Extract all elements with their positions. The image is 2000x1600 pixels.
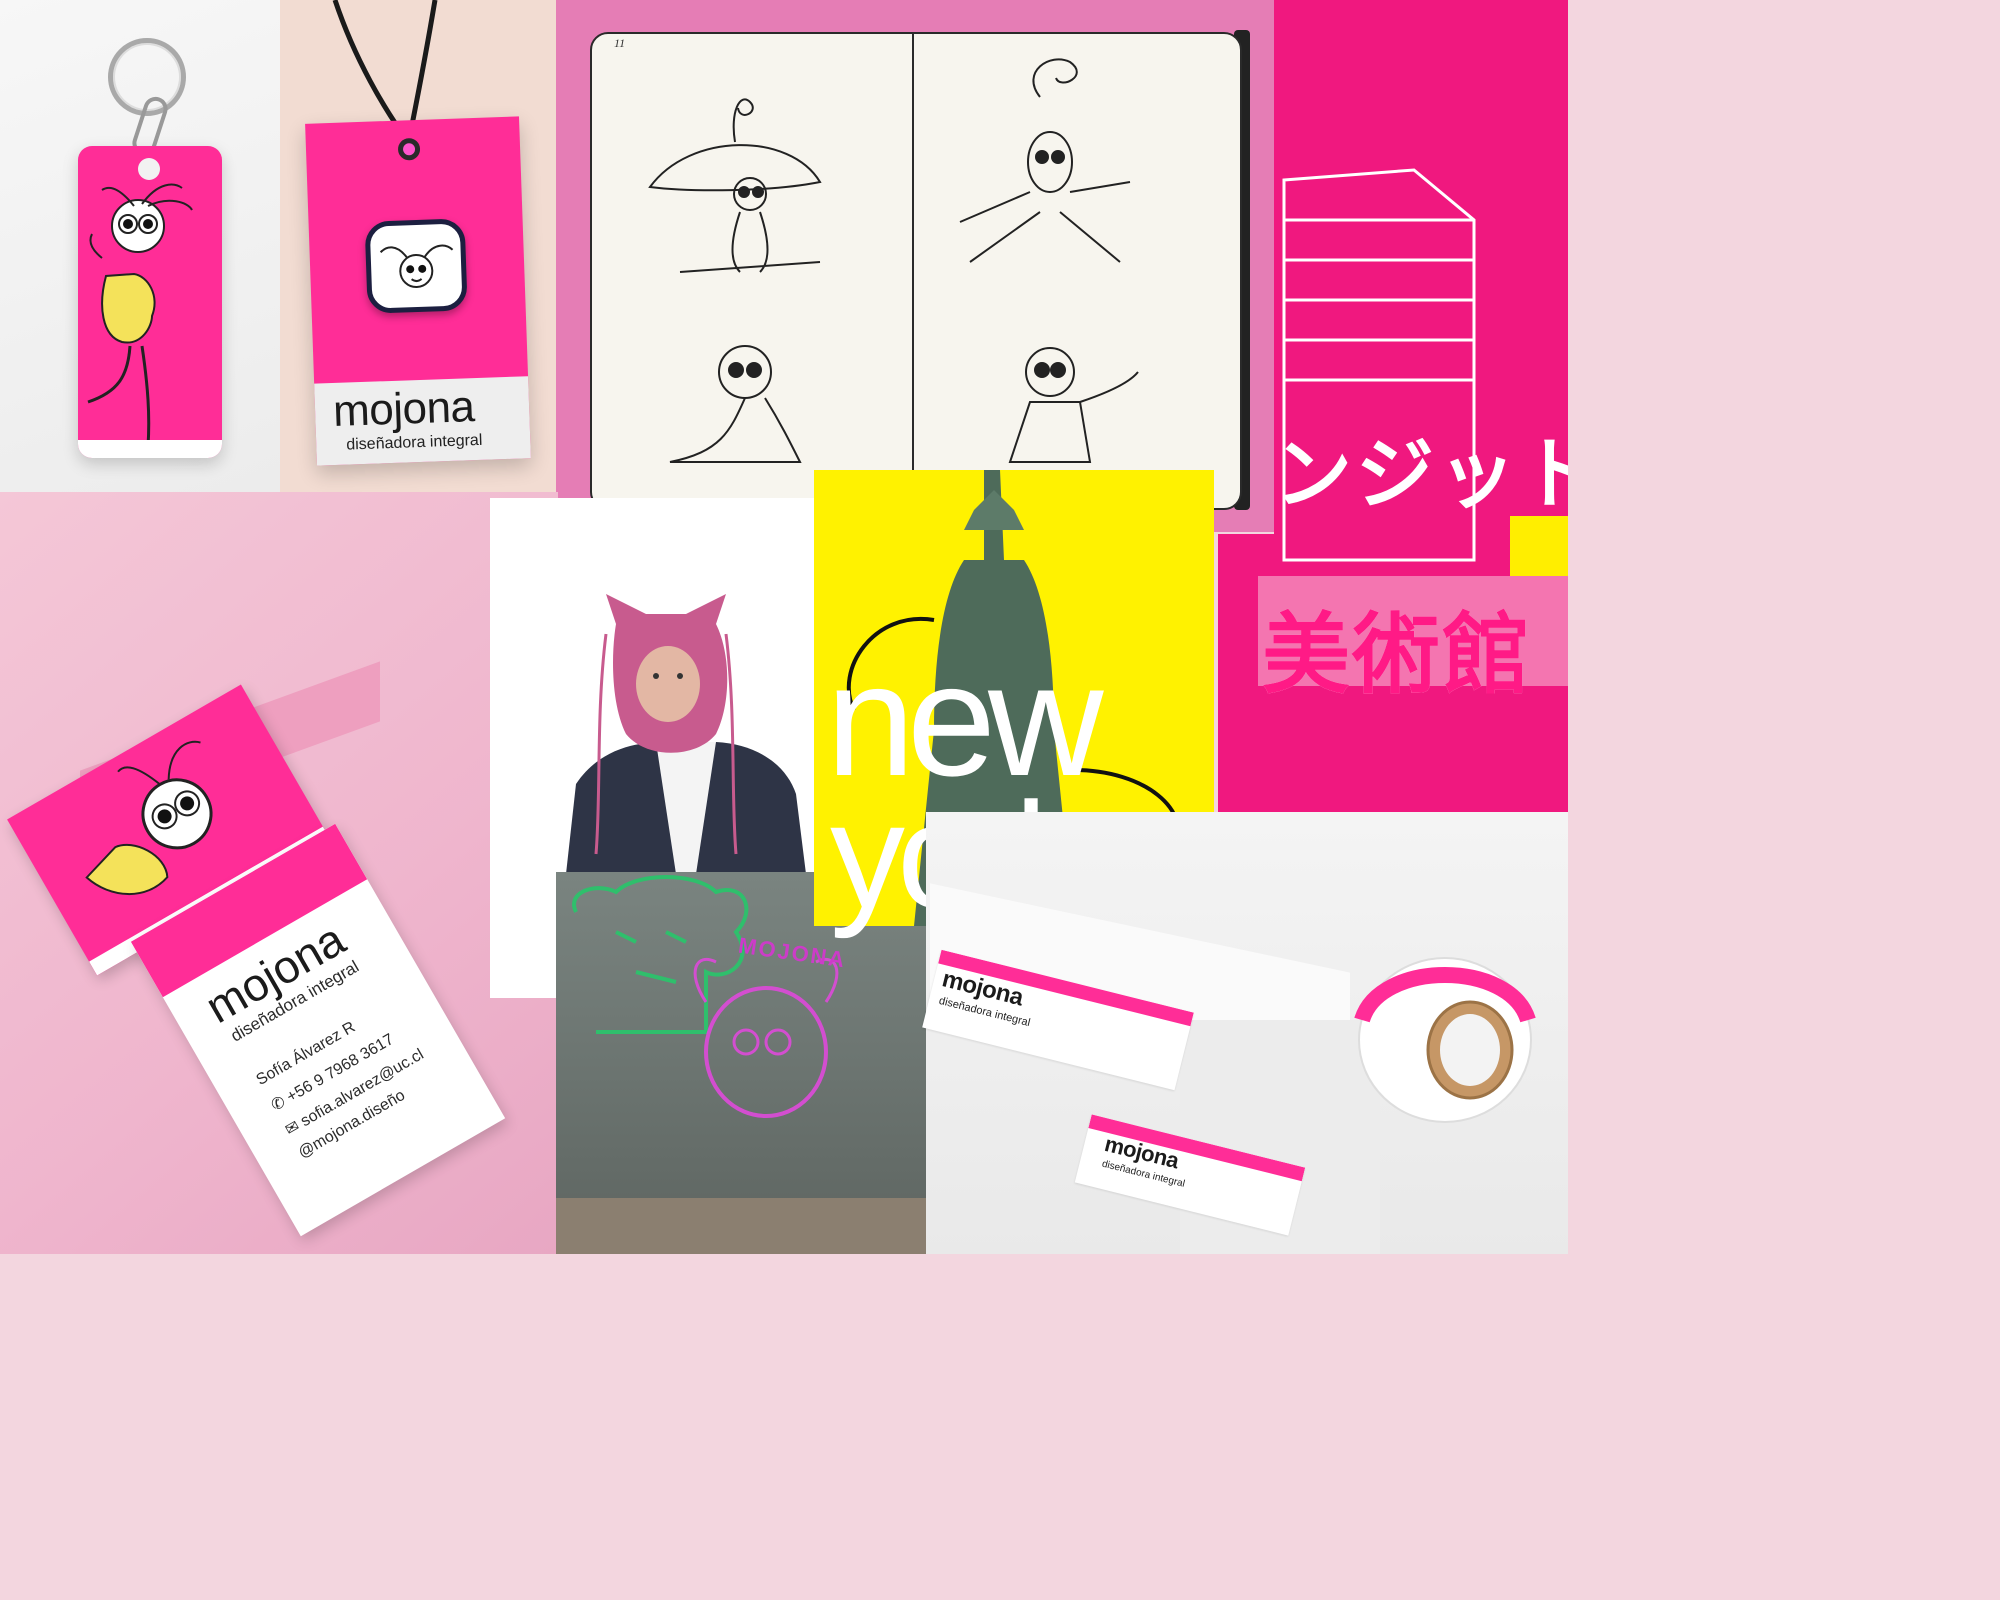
hangtag: mojona diseñadora integral (305, 116, 531, 466)
phone-icon: ✆ (268, 1093, 289, 1115)
pin-face-illustration (379, 244, 454, 289)
hangtag-eyelet (397, 137, 421, 161)
person-balaclava-photo (566, 594, 806, 874)
hangtag-tagline: diseñadora integral (346, 431, 483, 454)
moodboard-collage: mojona diseñadora integral 11 ンジット 美術館 m… (0, 0, 1568, 1254)
keychain-tag-footer (78, 440, 222, 458)
wall-floor (556, 1198, 928, 1254)
tape-roll-graphic (1354, 957, 1536, 1123)
hangtag-brand-name: mojona (332, 382, 476, 437)
yellow-block (1510, 516, 1568, 576)
enamel-pin (364, 218, 468, 314)
envelope-icon: ✉ (282, 1117, 303, 1140)
notebook-sketches (648, 58, 1139, 463)
keychain-tag (78, 146, 222, 458)
japanese-kanji-text: 美術館 (1262, 603, 1533, 706)
tape-roll (1350, 940, 1540, 1130)
keychain-character-illustration (87, 183, 193, 447)
hangtag-base: mojona diseñadora integral (314, 376, 531, 466)
japanese-katakana-text: ンジットカ (1274, 430, 1568, 520)
